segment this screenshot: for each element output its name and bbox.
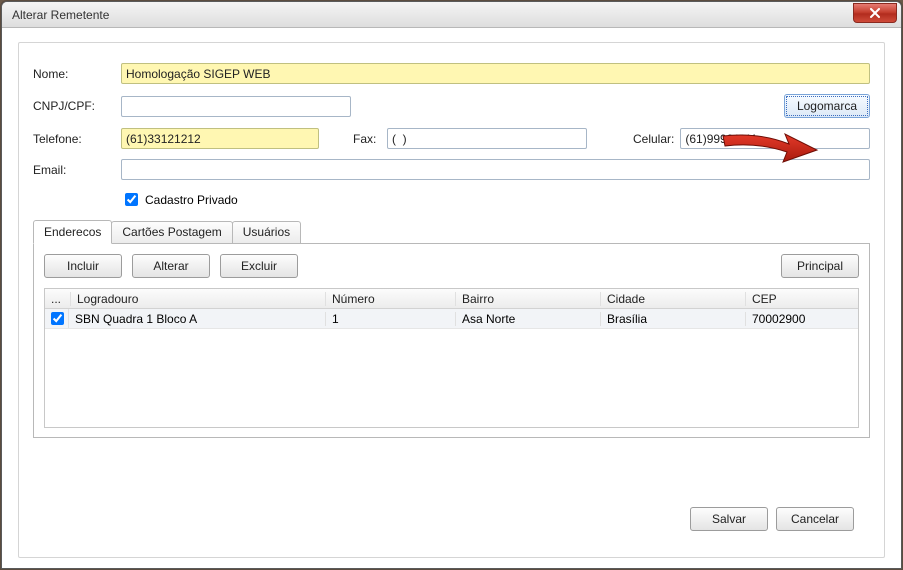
tab-enderecos[interactable]: Enderecos — [33, 220, 112, 244]
enderecos-toolbar: Incluir Alterar Excluir Principal — [44, 254, 859, 278]
cnpj-input[interactable] — [121, 96, 351, 117]
tabs: Enderecos Cartões Postagem Usuários Incl… — [33, 221, 870, 438]
close-button[interactable] — [853, 3, 897, 23]
td-cep: 70002900 — [746, 312, 858, 326]
th-cep[interactable]: CEP — [746, 292, 858, 306]
row-checkbox[interactable] — [51, 312, 64, 325]
td-numero: 1 — [326, 312, 456, 326]
th-ellipsis[interactable]: ... — [45, 292, 71, 306]
td-logradouro: SBN Quadra 1 Bloco A — [69, 312, 326, 326]
fax-input[interactable] — [387, 128, 587, 149]
row-checkbox-cell — [45, 309, 69, 328]
th-bairro[interactable]: Bairro — [456, 292, 601, 306]
email-label: Email: — [33, 163, 115, 177]
td-cidade: Brasília — [601, 312, 746, 326]
incluir-button[interactable]: Incluir — [44, 254, 122, 278]
table-header: ... Logradouro Número Bairro Cidade CEP — [45, 289, 858, 309]
titlebar: Alterar Remetente — [2, 2, 901, 28]
th-numero[interactable]: Número — [326, 292, 456, 306]
fax-label: Fax: — [353, 132, 381, 146]
celular-input[interactable] — [680, 128, 870, 149]
window-title: Alterar Remetente — [12, 8, 109, 22]
celular-label: Celular: — [633, 132, 674, 146]
nome-label: Nome: — [33, 67, 115, 81]
cadastro-privado-label: Cadastro Privado — [145, 193, 238, 207]
main-panel: Nome: CNPJ/CPF: Logomarca Telefone: Fax:… — [18, 42, 885, 558]
content-area: Nome: CNPJ/CPF: Logomarca Telefone: Fax:… — [2, 28, 901, 568]
salvar-button[interactable]: Salvar — [690, 507, 768, 531]
th-logradouro[interactable]: Logradouro — [71, 292, 326, 306]
tab-cartoes[interactable]: Cartões Postagem — [111, 221, 232, 243]
dialog-window: Alterar Remetente Nome: CNPJ/CPF: Logoma… — [1, 1, 902, 569]
cnpj-label: CNPJ/CPF: — [33, 99, 115, 113]
nome-input[interactable] — [121, 63, 870, 84]
tab-usuarios[interactable]: Usuários — [232, 221, 301, 243]
tab-body-enderecos: Incluir Alterar Excluir Principal ... Lo… — [33, 244, 870, 438]
table-row[interactable]: SBN Quadra 1 Bloco A 1 Asa Norte Brasíli… — [45, 309, 858, 329]
excluir-button[interactable]: Excluir — [220, 254, 298, 278]
close-icon — [869, 8, 881, 18]
principal-button[interactable]: Principal — [781, 254, 859, 278]
cancelar-button[interactable]: Cancelar — [776, 507, 854, 531]
telefone-input[interactable] — [121, 128, 319, 149]
telefone-label: Telefone: — [33, 132, 115, 146]
email-input[interactable] — [121, 159, 870, 180]
dialog-footer-buttons: Salvar Cancelar — [690, 507, 854, 531]
tab-strip: Enderecos Cartões Postagem Usuários — [33, 221, 870, 244]
cadastro-privado-checkbox[interactable] — [125, 193, 138, 206]
enderecos-table: ... Logradouro Número Bairro Cidade CEP … — [44, 288, 859, 428]
td-bairro: Asa Norte — [456, 312, 601, 326]
logomarca-button[interactable]: Logomarca — [784, 94, 870, 118]
th-cidade[interactable]: Cidade — [601, 292, 746, 306]
alterar-button[interactable]: Alterar — [132, 254, 210, 278]
cadastro-privado-checkbox-wrap[interactable]: Cadastro Privado — [121, 190, 238, 209]
